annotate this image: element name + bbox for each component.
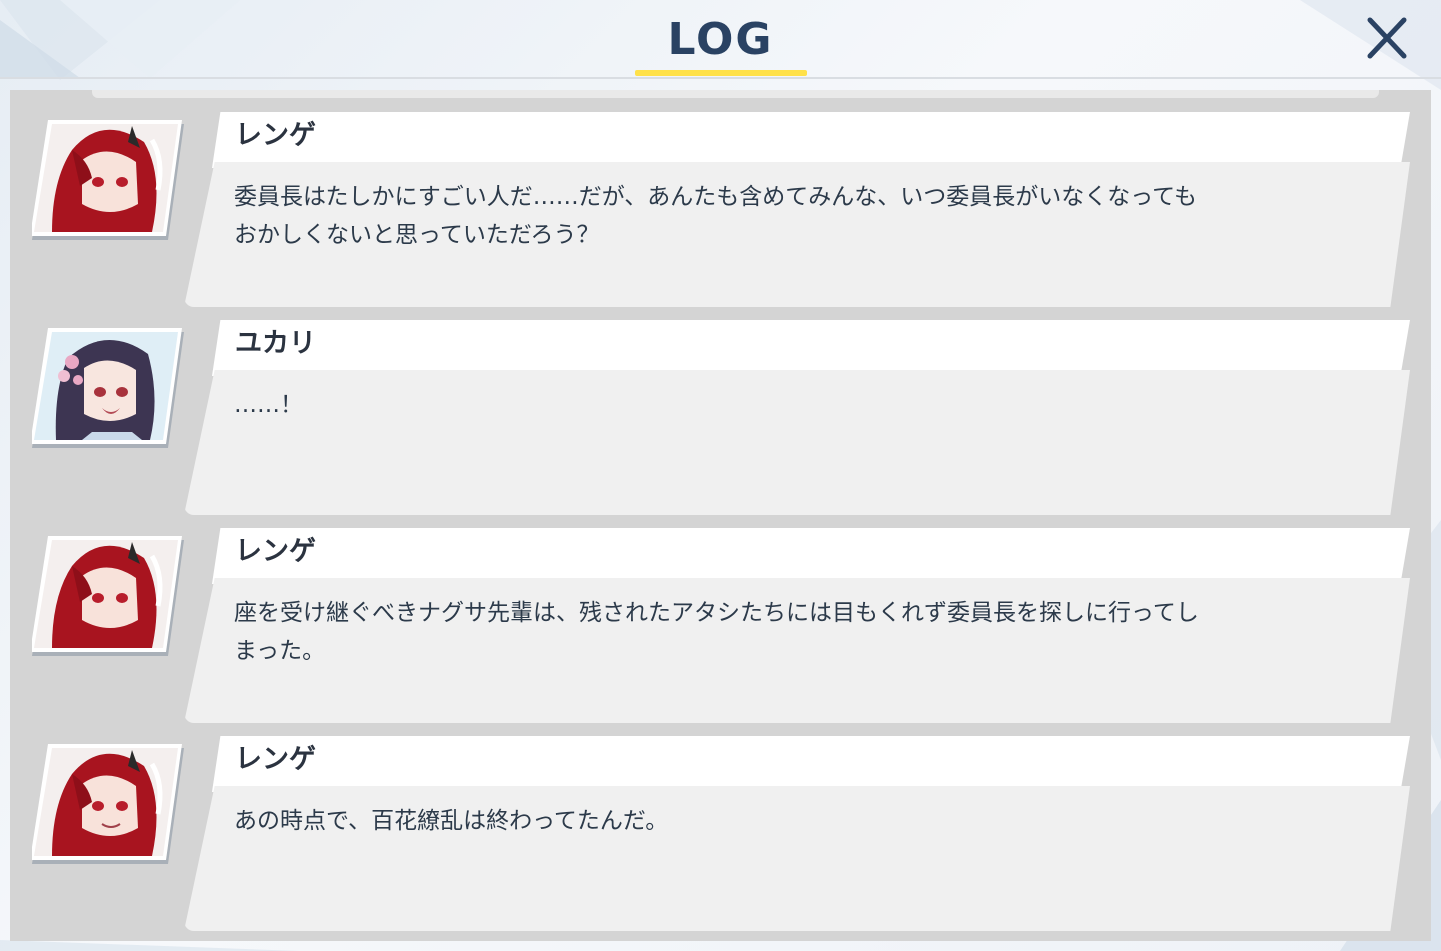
close-icon (1367, 17, 1407, 59)
log-list[interactable]: レンゲ 委員長はたしかにすごい人だ……だが、あんたも含めてみんな、いつ委員長がい… (10, 90, 1431, 941)
speaker-name: ユカリ (235, 328, 316, 359)
log-entry: レンゲ 座を受け継ぐべきナグサ先輩は、残されたアタシたちには目もくれず委員長を探… (10, 506, 1431, 723)
avatar-yukari (30, 328, 184, 452)
speaker-name-bar (212, 320, 1410, 376)
log-entry: ユカリ ……！ (10, 298, 1431, 515)
header-divider (0, 77, 1441, 79)
message-text: 委員長はたしかにすごい人だ……だが、あんたも含めてみんな、いつ委員長がいなくなっ… (234, 184, 1198, 248)
speaker-name-bar (212, 528, 1410, 584)
log-entry: レンゲ 委員長はたしかにすごい人だ……だが、あんたも含めてみんな、いつ委員長がい… (10, 90, 1431, 307)
log-entry: レンゲ あの時点で、百花繚乱は終わってたんだ。 (10, 714, 1431, 931)
message-text: 座を受け継ぐべきナグサ先輩は、残されたアタシたちには目もくれず委員長を探しに行っ… (234, 600, 1199, 664)
avatar-renge (30, 744, 184, 868)
speaker-name-bar (212, 736, 1410, 792)
log-title: LOG (667, 14, 774, 65)
speaker-name: レンゲ (235, 536, 316, 567)
speaker-name: レンゲ (235, 744, 316, 775)
speaker-name-bar (212, 112, 1410, 168)
message-text: ……！ (234, 392, 303, 418)
avatar-renge (30, 536, 184, 660)
message-text: あの時点で、百花繚乱は終わってたんだ。 (234, 808, 669, 834)
close-button[interactable] (1358, 10, 1416, 68)
title-underline (635, 70, 807, 76)
log-header: LOG (0, 0, 1441, 78)
speaker-name: レンゲ (235, 120, 316, 151)
avatar-renge (30, 120, 184, 244)
